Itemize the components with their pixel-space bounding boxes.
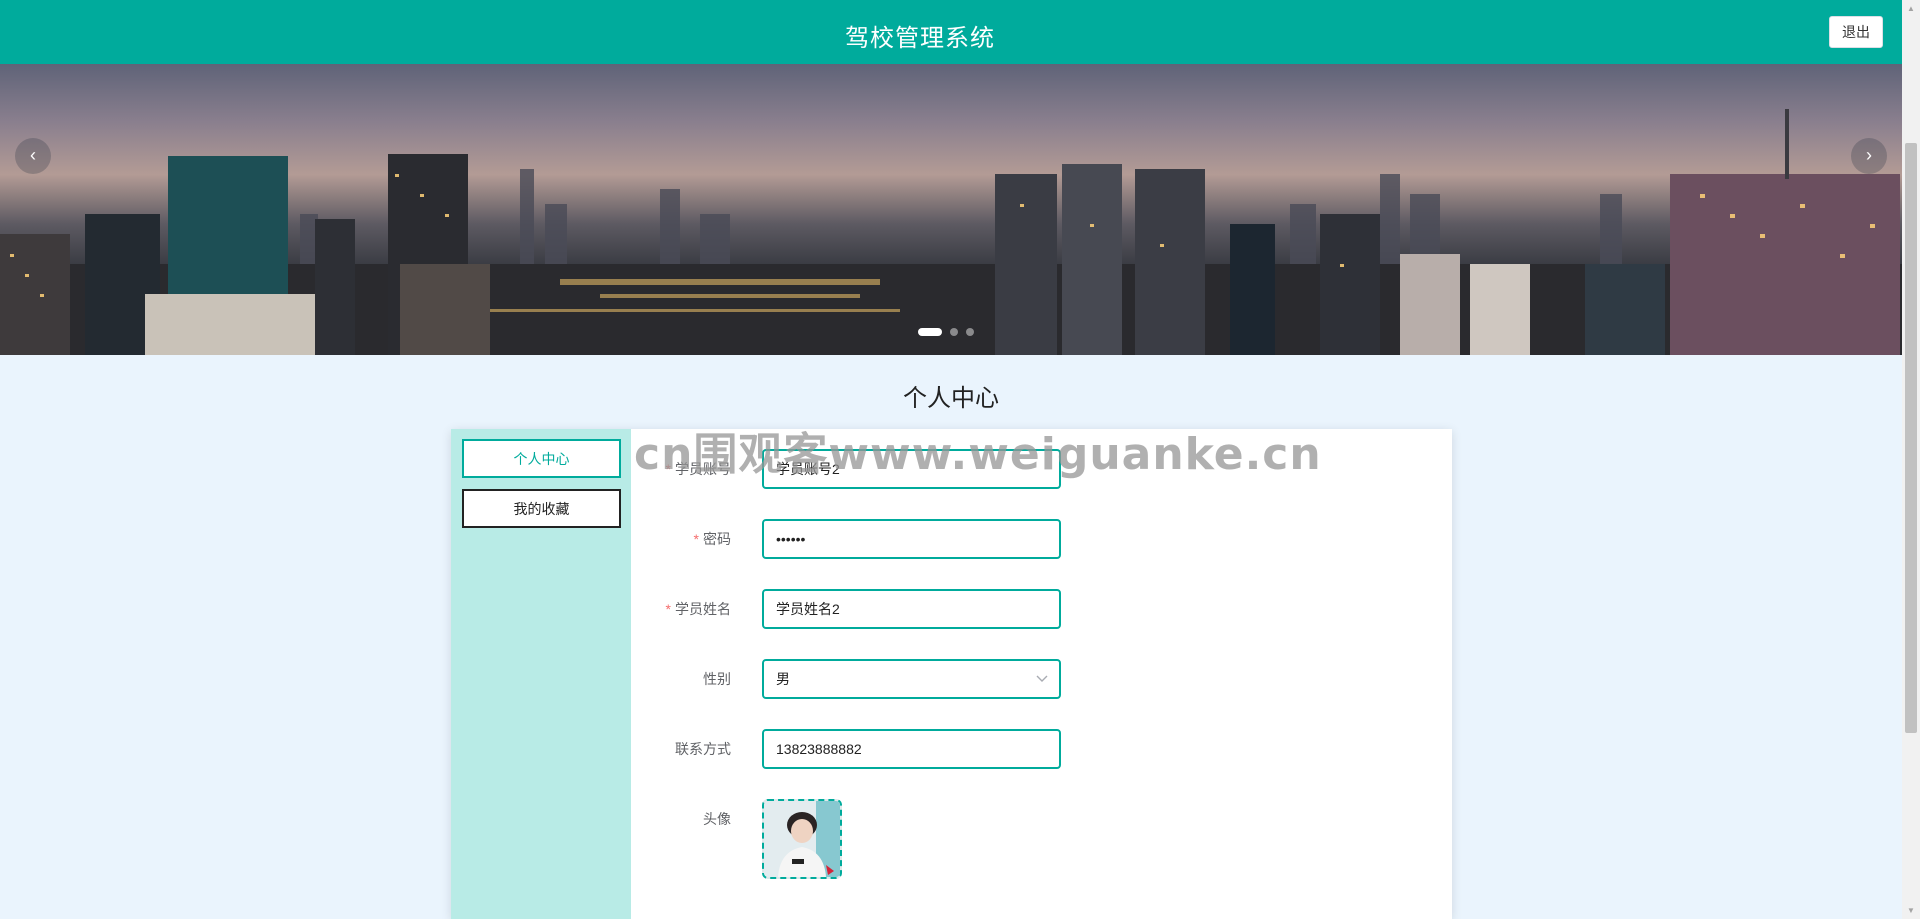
password-label: * 密码: [631, 519, 731, 559]
avatar-label: 头像: [703, 811, 731, 827]
top-header: 驾校管理系统 退出: [0, 0, 1902, 64]
name-label-text: 学员姓名: [675, 601, 731, 617]
form-row-name: * 学员姓名: [631, 589, 1131, 629]
carousel-dot-2[interactable]: [950, 328, 958, 336]
sidebar-item-profile[interactable]: 个人中心: [462, 439, 621, 478]
name-label: * 学员姓名: [631, 589, 731, 629]
sidebar: 个人中心 我的收藏: [451, 429, 631, 919]
carousel-next-button[interactable]: ›: [1851, 138, 1887, 174]
required-mark: *: [693, 531, 699, 547]
gender-select-value[interactable]: 男: [762, 659, 1061, 699]
avatar-upload[interactable]: [762, 799, 842, 879]
name-input[interactable]: [762, 589, 1061, 629]
logout-button[interactable]: 退出: [1829, 16, 1883, 48]
avatar-image: [764, 801, 840, 877]
carousel-prev-button[interactable]: ‹: [15, 138, 51, 174]
app-title: 驾校管理系统: [845, 25, 995, 52]
sidebar-item-favorites[interactable]: 我的收藏: [462, 489, 621, 528]
form-row-avatar: 头像: [631, 799, 1131, 881]
page-title: 个人中心: [903, 385, 999, 412]
carousel-dot-1[interactable]: [918, 328, 942, 336]
form-row-gender: 性别 男: [631, 659, 1131, 699]
gender-select[interactable]: 男: [762, 659, 1061, 699]
phone-label: 联系方式: [675, 741, 731, 757]
page-scrollbar[interactable]: ▲ ▼: [1902, 0, 1920, 919]
scroll-down-arrow-icon[interactable]: ▼: [1902, 902, 1920, 919]
password-input[interactable]: [762, 519, 1061, 559]
password-label-text: 密码: [703, 531, 731, 547]
carousel-dot-3[interactable]: [966, 328, 974, 336]
scroll-up-arrow-icon[interactable]: ▲: [1902, 0, 1920, 17]
chevron-down-icon: [1036, 675, 1048, 682]
form-row-password: * 密码: [631, 519, 1131, 559]
scrollbar-thumb[interactable]: [1905, 143, 1917, 733]
phone-input[interactable]: [762, 729, 1061, 769]
profile-card: 个人中心 我的收藏 *学员账号 *密码 *学员姓名 性别 男 联系方式: [451, 429, 1452, 919]
gender-label: 性别: [703, 671, 731, 687]
city-skyline-image: [0, 109, 1902, 355]
form-row-phone: 联系方式: [631, 729, 1131, 769]
banner-carousel: ‹ ›: [0, 64, 1902, 355]
required-mark: *: [665, 601, 671, 617]
watermark-text: cn围观客www.weiguanke.cn: [634, 429, 1322, 480]
